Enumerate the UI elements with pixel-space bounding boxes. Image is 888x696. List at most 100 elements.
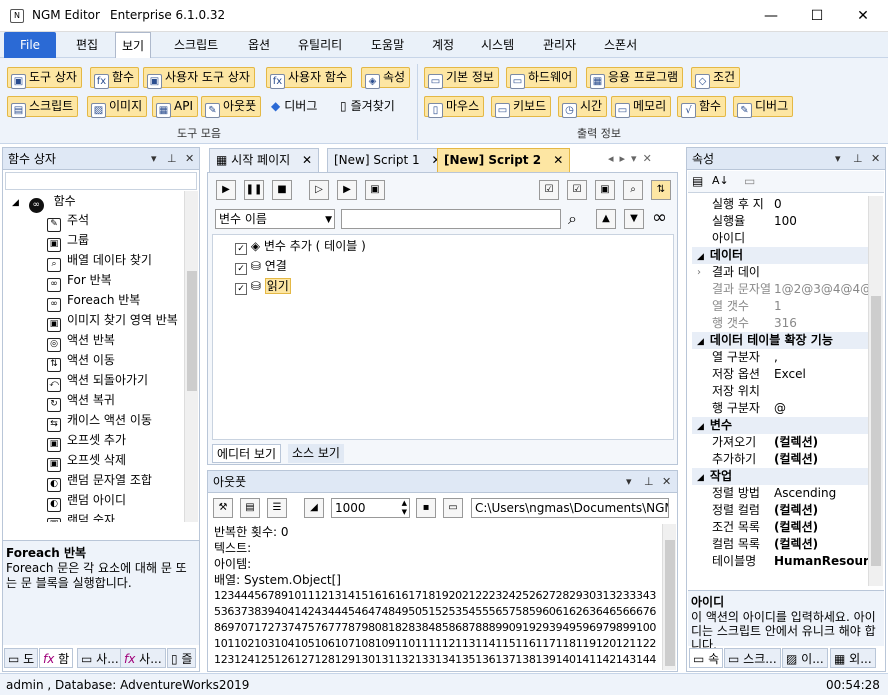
property-row[interactable]: 정렬 컬럼 (컬렉션) [692,502,868,519]
function-search-input[interactable] [5,172,197,190]
panel-dropdown-icon[interactable]: ▾ [835,148,841,170]
toolbox-button[interactable]: ▣ 도구 상자 [7,67,82,89]
list-item[interactable]: ∞ Foreach 반복 [47,290,140,312]
property-category[interactable]: ◢ 작업 [692,468,868,485]
pause-button[interactable]: ❚❚ [244,180,264,200]
tab-user-functions[interactable]: fx 사... [120,648,166,668]
list-item[interactable]: ⇆ 캐이스 액션 이동 [47,410,152,432]
sort-az-icon[interactable]: A↓ [712,174,729,187]
checkbox[interactable]: ✓ [235,283,247,295]
menu-account[interactable]: 계정 [426,32,460,58]
table-row[interactable]: ✓ ⛁ 읽기 [235,277,291,295]
close-icon[interactable]: ✕ [302,153,312,167]
property-row[interactable]: 행 갯수 316 [692,315,868,332]
run-from-button[interactable]: ▶ [337,180,357,200]
eraser-button[interactable]: ◢ [304,498,324,518]
menu-sponsor[interactable]: 스폰서 [598,32,643,58]
tab-source-view[interactable]: 소스 보기 [288,444,344,463]
pin-icon[interactable]: ⊥ [853,148,863,170]
new-output-button[interactable]: ▤ [240,498,260,518]
properties-scrollbar[interactable] [868,196,883,586]
panel-close-icon[interactable]: ✕ [185,148,194,170]
user-toolbox-button[interactable]: ▣ 사용자 도구 상자 [143,67,255,89]
condition-button[interactable]: ◇ 조건 [691,67,741,89]
variable-select[interactable]: 변수 이름 ▼ [215,209,335,229]
basic-info-button[interactable]: ▭ 기본 정보 [424,67,499,89]
user-function-button[interactable]: fx 사용자 함수 [266,67,353,89]
function-button[interactable]: fx 함수 [90,67,140,89]
property-category[interactable]: ◢ 데이터 [692,247,868,264]
list-item[interactable]: ◐ 랜덤 문자열 조합 [47,470,152,492]
script-button[interactable]: ▤ 스크립트 [7,96,79,118]
menu-help[interactable]: 도움말 [365,32,410,58]
save-button[interactable]: ▪ [416,498,436,518]
tab-toolbox[interactable]: ▭ 도 [4,648,39,668]
panel-close-icon[interactable]: ✕ [871,148,880,170]
menu-options[interactable]: 옵션 [242,32,276,58]
property-row[interactable]: 실행 후 지0 [692,196,868,213]
check-button[interactable]: ☑ [567,180,587,200]
output-debug-button[interactable]: ✎ 디버그 [733,96,794,118]
tab-user-toolbox[interactable]: ▭ 사... [77,648,123,668]
property-category[interactable]: ◢ 데이터 테이블 확장 기능 [692,332,868,349]
tab-images[interactable]: ▨ 이... [782,648,828,668]
property-row[interactable]: 추가하기 (컬렉션) [692,451,868,468]
table-row[interactable]: ✓ ◈ 변수 추가 ( 테이블 ) [235,237,366,255]
property-row[interactable]: 조건 목록 (컬렉션) [692,519,868,536]
search-input[interactable] [341,209,561,229]
property-row[interactable]: 실행율 100 [692,213,868,230]
list-item[interactable]: ↻ 액션 복귀 [47,390,115,412]
pin-icon[interactable]: ⊥ [167,148,177,170]
move-down-button[interactable]: ▼ [624,209,644,229]
time-button[interactable]: ◷ 시간 [558,96,608,118]
menu-system[interactable]: 시스템 [475,32,520,58]
mouse-button[interactable]: ▯ 마우스 [424,96,485,118]
function-list-scrollbar[interactable] [184,191,198,522]
tab-functions[interactable]: fx 함 [39,648,74,668]
list-item[interactable]: ⌕ 배열 데이타 찾기 [47,250,152,272]
list-button[interactable]: ☰ [267,498,287,518]
list-item[interactable]: ▣ 랜덤 숫자 [47,510,115,522]
list-item[interactable]: ∞ For 반복 [47,270,112,292]
close-button[interactable]: ✕ [840,0,886,32]
tab-scripts[interactable]: ▭ 스크... [724,648,781,668]
tab-editor-view[interactable]: 에디터 보기 [212,444,282,463]
delete-button[interactable]: ▣ [595,180,615,200]
close-icon[interactable]: ✕ [553,153,563,167]
keyboard-button[interactable]: ▭ 키보드 [491,96,552,118]
checkbox[interactable]: ✓ [235,243,247,255]
debug-button[interactable]: ◆ 디버그 [267,96,321,117]
menu-admin[interactable]: 관리자 [537,32,582,58]
tab-start-page[interactable]: ▦ 시작 페이지 ✕ [209,148,320,172]
property-category[interactable]: ◢ 변수 [692,417,868,434]
property-row[interactable]: 테이블명HumanResource [692,553,868,570]
folder-button[interactable]: ▭ [443,498,463,518]
tab-properties[interactable]: ▭ 속 [689,648,724,668]
property-row[interactable]: 아이디 [692,230,868,247]
list-item[interactable]: ⤺ 액션 되돌아가기 [47,370,148,392]
output-function-button[interactable]: √ 함수 [677,96,727,118]
minimize-button[interactable]: — [748,0,794,32]
collapse-icon[interactable]: ◢ [697,422,704,432]
move-up-button[interactable]: ▲ [596,209,616,229]
list-item[interactable]: ◐ 랜덤 아이디 [47,490,126,512]
collapse-icon[interactable]: ◢ [697,252,704,262]
tab-script-1[interactable]: [New] Script 1 ✕ [327,148,449,172]
categorized-icon[interactable]: ▤ [692,174,703,188]
tab-nav-icons[interactable]: ◂▸▾✕ [608,152,658,165]
tab-script-2[interactable]: [New] Script 2 ✕ [437,148,571,172]
spinner-icon[interactable]: ▲ ▼ [402,499,407,517]
search-icon[interactable]: ⌕ [568,209,577,229]
checkbox[interactable]: ✓ [235,263,247,275]
property-row[interactable]: 정렬 방법 Ascending [692,485,868,502]
clean-button[interactable]: ⚒ [213,498,233,518]
output-scrollbar[interactable] [662,524,676,670]
list-item[interactable]: ▣ 이미지 찾기 영역 반복 [47,310,178,332]
memory-button[interactable]: ▭ 메모리 [611,96,672,118]
path-field[interactable]: C:\Users\ngmas\Documents\NGM6\ [471,498,669,518]
table-row[interactable]: ✓ ⛁ 연결 [235,257,287,275]
menu-script[interactable]: 스크립트 [168,32,224,58]
hardware-button[interactable]: ▭ 하드웨어 [506,67,578,89]
list-item[interactable]: ▣ 오프셋 추가 [47,430,126,452]
run-button[interactable]: ▶ [216,180,236,200]
